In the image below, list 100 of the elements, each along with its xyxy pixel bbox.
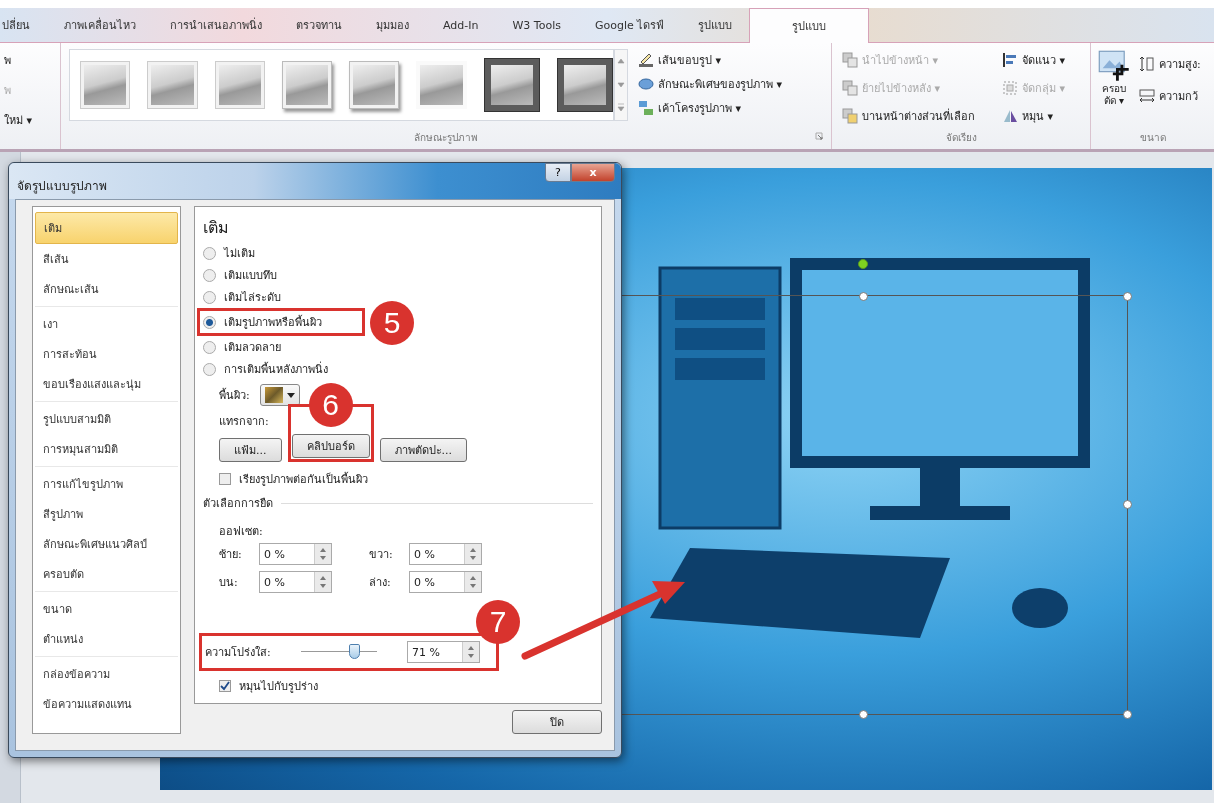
spin-field[interactable]: 0 % <box>259 571 332 593</box>
offset-field-label: ขวา: <box>369 547 394 563</box>
category-item[interactable]: เงา <box>35 309 178 339</box>
radio-button[interactable] <box>203 362 216 376</box>
insert-button[interactable]: ภาพตัดปะ... <box>379 438 467 462</box>
ribbon-command[interactable]: ลักษณะพิเศษของรูปภาพ ▾ <box>638 75 783 93</box>
rotation-handle[interactable] <box>858 259 868 269</box>
spin-field[interactable]: 0 % <box>409 543 482 565</box>
crop-icon <box>1097 49 1131 83</box>
category-item[interactable]: สีเส้น <box>35 244 178 274</box>
checkbox-option[interactable]: เรียงรูปภาพต่อกันเป็นพื้นผิว <box>219 470 368 488</box>
category-item[interactable]: รูปแบบสามมิติ <box>35 404 178 434</box>
category-item[interactable]: ตำแหน่ง <box>35 624 178 654</box>
category-item[interactable]: ข้อความแสดงแทน <box>35 689 178 719</box>
group-icon <box>1002 80 1018 96</box>
texture-dropdown[interactable] <box>259 384 300 406</box>
ribbon-command[interactable]: พ <box>4 51 56 69</box>
insert-button[interactable]: แฟ้ม... <box>219 438 282 462</box>
section-label: ตัวเลือกการยืด <box>203 496 273 512</box>
height-icon <box>1139 56 1155 72</box>
category-item[interactable]: สีรูปภาพ <box>35 499 178 529</box>
checkbox-option[interactable]: หมุนไปกับรูปร่าง <box>219 677 318 695</box>
ribbon-tab[interactable]: ภาพเคลื่อนไหว <box>47 8 153 42</box>
spin-arrows-icon[interactable] <box>462 642 479 662</box>
radio-option[interactable]: เติมลวดลาย <box>203 336 281 358</box>
checkbox[interactable] <box>219 680 231 692</box>
radio-option[interactable]: เติมแบบทึบ <box>203 264 277 286</box>
layers-icon <box>842 52 858 68</box>
spin-arrows-icon[interactable] <box>464 572 481 592</box>
step-marker: 5 <box>370 301 414 345</box>
ribbon-command[interactable]: เค้าโครงรูปภาพ ▾ <box>638 99 783 117</box>
category-item[interactable]: เติม <box>35 212 178 244</box>
resize-handle[interactable] <box>859 292 868 301</box>
close-dialog-button[interactable]: ปิด <box>512 710 602 734</box>
height-field[interactable]: ความสูง: <box>1139 55 1201 73</box>
spin-arrows-icon[interactable] <box>314 572 331 592</box>
radio-option[interactable]: เติมรูปภาพหรือพื้นผิว <box>203 311 322 333</box>
crop-button[interactable]: ครอบ ตัด ▾ <box>1097 49 1131 130</box>
spin-field[interactable]: 71 % <box>407 641 480 663</box>
dialog-launcher-icon[interactable] <box>815 132 823 140</box>
radio-option[interactable]: เติมไล่ระดับ <box>203 286 281 308</box>
radio-button[interactable] <box>203 246 216 260</box>
category-item[interactable]: การสะท้อน <box>35 339 178 369</box>
ribbon-tab[interactable]: W3 Tools <box>495 8 578 42</box>
ribbon-command[interactable]: บานหน้าต่างส่วนที่เลือก <box>842 107 994 125</box>
resize-handle[interactable] <box>1123 500 1132 509</box>
insert-button[interactable]: คลิปบอร์ด <box>291 434 370 458</box>
category-item[interactable]: ขอบเรืองแสงและนุ่ม <box>35 369 178 399</box>
texture-label: พื้นผิว: <box>219 387 250 404</box>
radio-button[interactable] <box>203 340 216 354</box>
picture-style-thumbnail[interactable] <box>556 58 613 112</box>
spin-field[interactable]: 0 % <box>259 543 332 565</box>
resize-handle[interactable] <box>859 710 868 719</box>
category-item[interactable]: การแก้ไขรูปภาพ <box>35 469 178 499</box>
ribbon-tab[interactable]: ปลี่ยน <box>0 8 47 42</box>
category-item[interactable]: ขนาด <box>35 594 178 624</box>
transparency-label: ความโปร่งใส: <box>205 645 272 661</box>
picture-style-thumbnail[interactable] <box>349 61 400 109</box>
picture-style-thumbnail[interactable] <box>281 61 332 109</box>
ribbon-tab[interactable]: มุมมอง <box>359 8 426 42</box>
radio-button[interactable] <box>203 315 216 329</box>
radio-button[interactable] <box>203 290 216 304</box>
resize-handle[interactable] <box>1123 710 1132 719</box>
ribbon-tab[interactable]: รูปแบบ <box>681 8 750 42</box>
category-item[interactable]: ครอบตัด <box>35 559 178 589</box>
help-button[interactable]: ? <box>545 163 571 182</box>
offset-field-label: บน: <box>219 575 239 591</box>
category-item[interactable]: การหมุนสามมิติ <box>35 434 178 464</box>
ribbon-tab[interactable]: การนำเสนอภาพนิ่ง <box>153 8 279 42</box>
picture-style-thumbnail[interactable] <box>483 58 540 112</box>
spin-arrows-icon[interactable] <box>464 544 481 564</box>
width-field[interactable]: ความกว้ <box>1139 87 1201 105</box>
ribbon-command[interactable]: จัดแนว ▾ <box>1002 51 1084 69</box>
ribbon-tab[interactable]: ตรวจทาน <box>279 8 359 42</box>
spin-field[interactable]: 0 % <box>409 571 482 593</box>
slider-thumb[interactable] <box>348 644 360 659</box>
step-marker: 7 <box>476 600 520 644</box>
spin-arrows-icon[interactable] <box>314 544 331 564</box>
ribbon-tab[interactable]: รูปแบบ <box>749 8 870 43</box>
group-label: จัดเรียง <box>945 131 977 145</box>
radio-option[interactable]: การเติมพื้นหลังภาพนิ่ง <box>203 358 328 380</box>
layers-icon <box>842 108 858 124</box>
resize-handle[interactable] <box>1123 292 1132 301</box>
dialog-title: จัดรูปแบบรูปภาพ <box>17 178 107 195</box>
category-item[interactable]: กล่องข้อความ <box>35 659 178 689</box>
caret-icon <box>286 392 295 398</box>
radio-button[interactable] <box>203 268 216 282</box>
category-item[interactable]: ลักษณะเส้น <box>35 274 178 304</box>
checkbox[interactable] <box>219 473 231 485</box>
ribbon-command[interactable]: เส้นขอบรูป ▾ <box>638 51 783 69</box>
ribbon-command[interactable]: หมุน ▾ <box>1002 107 1084 125</box>
ribbon-command[interactable]: ใหม่ ▾ <box>4 111 56 129</box>
texture-swatch-icon <box>264 387 283 403</box>
radio-option[interactable]: ไม่เติม <box>203 242 255 264</box>
insert-from-label: แทรกจาก: <box>219 415 269 428</box>
ribbon-tab[interactable]: Add-In <box>426 8 496 42</box>
category-item[interactable]: ลักษณะพิเศษแนวศิลป์ <box>35 529 178 559</box>
picture-style-thumbnail[interactable] <box>416 61 467 109</box>
ribbon-tab[interactable]: Google ไดรฟ์ <box>577 8 682 42</box>
offset-field-label: ซ้าย: <box>219 547 243 563</box>
